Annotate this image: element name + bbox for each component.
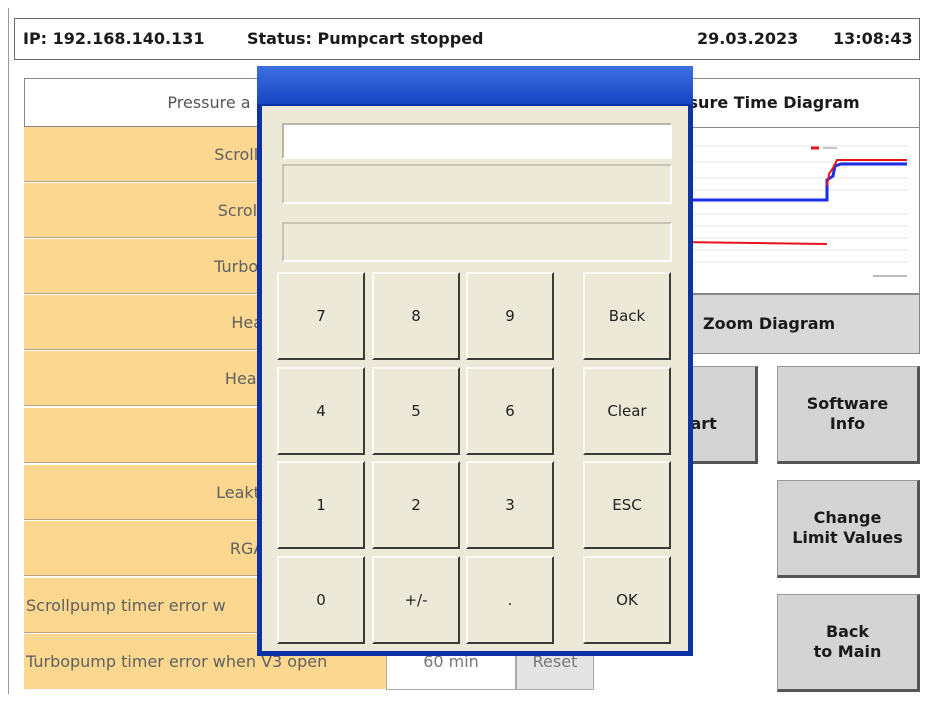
ip-address: IP: 192.168.140.131 bbox=[23, 29, 205, 48]
diagram-title: ssure Time Diagram bbox=[676, 78, 920, 128]
zoom-diagram-button[interactable]: Zoom Diagram bbox=[676, 294, 920, 354]
status-text: Status: Pumpcart stopped bbox=[247, 29, 484, 48]
keypad-body: 7 8 9 Back 4 5 6 Clear 1 2 3 ESC 0 +/- .… bbox=[262, 106, 688, 651]
key-7[interactable]: 7 bbox=[277, 272, 365, 360]
esc-key[interactable]: ESC bbox=[583, 461, 671, 549]
sign-key[interactable]: +/- bbox=[372, 556, 460, 644]
change-limit-values-button[interactable]: Change Limit Values bbox=[777, 480, 920, 578]
diagram-plot bbox=[676, 145, 909, 277]
software-info-button[interactable]: Software Info bbox=[777, 366, 920, 464]
decimal-key[interactable]: . bbox=[466, 556, 554, 644]
series-blue-line bbox=[677, 162, 907, 202]
key-0[interactable]: 0 bbox=[277, 556, 365, 644]
key-9[interactable]: 9 bbox=[466, 272, 554, 360]
pressure-time-diagram bbox=[676, 128, 920, 294]
back-to-main-button[interactable]: Back to Main bbox=[777, 594, 920, 692]
back-key[interactable]: Back bbox=[583, 272, 671, 360]
clear-key[interactable]: Clear bbox=[583, 367, 671, 455]
key-6[interactable]: 6 bbox=[466, 367, 554, 455]
key-1[interactable]: 1 bbox=[277, 461, 365, 549]
time-text: 13:08:43 bbox=[833, 29, 913, 48]
key-2[interactable]: 2 bbox=[372, 461, 460, 549]
keypad-display-line-2 bbox=[282, 222, 672, 262]
key-5[interactable]: 5 bbox=[372, 367, 460, 455]
series-red-low-line bbox=[676, 241, 828, 245]
date-text: 29.03.2023 bbox=[697, 29, 799, 48]
ok-key[interactable]: OK bbox=[583, 556, 671, 644]
key-8[interactable]: 8 bbox=[372, 272, 460, 360]
keypad-input-field[interactable] bbox=[282, 123, 672, 159]
status-bar: IP: 192.168.140.131 Status: Pumpcart sto… bbox=[14, 18, 920, 60]
dialog-titlebar[interactable] bbox=[257, 66, 693, 104]
keypad-dialog: 7 8 9 Back 4 5 6 Clear 1 2 3 ESC 0 +/- .… bbox=[257, 66, 693, 656]
keypad-display-line-1 bbox=[282, 164, 672, 204]
key-3[interactable]: 3 bbox=[466, 461, 554, 549]
key-4[interactable]: 4 bbox=[277, 367, 365, 455]
